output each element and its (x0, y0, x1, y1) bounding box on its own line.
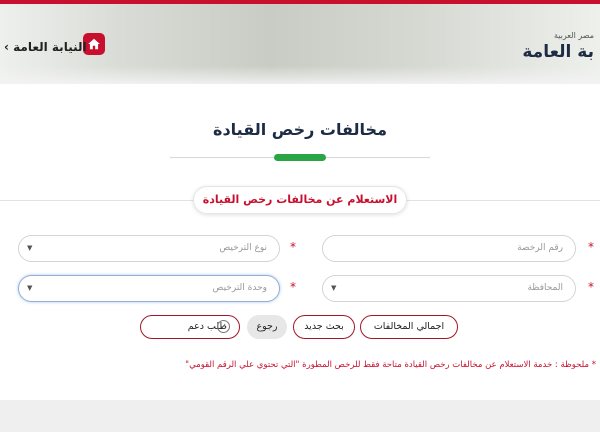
governorate-placeholder: المحافظة (527, 283, 563, 293)
title-accent-bar (274, 154, 326, 161)
home-icon (88, 38, 100, 50)
license-unit-placeholder: وحدة الترخيص (212, 283, 267, 293)
service-note: * ملحوظة : خدمة الاستعلام عن مخالفات رخص… (185, 360, 596, 370)
required-mark: * (588, 240, 594, 254)
license-type-select[interactable]: نوع الترخيص ▼ (18, 235, 280, 262)
back-button[interactable]: رجوع (247, 315, 287, 339)
license-number-placeholder: رقم الرخصة (517, 243, 563, 253)
check-circle-icon: ✓ (217, 320, 230, 333)
required-mark: * (290, 280, 296, 294)
new-search-button[interactable]: بحث جديد (293, 315, 355, 339)
chevron-down-icon: ▼ (27, 244, 33, 252)
license-number-input[interactable]: رقم الرخصة (322, 235, 576, 262)
chevron-down-icon: ▼ (27, 284, 33, 292)
governorate-select[interactable]: المحافظة ▼ (322, 275, 576, 302)
page-title: مخالفات رخص القيادة (213, 120, 387, 139)
license-type-placeholder: نوع الترخيص (219, 243, 267, 253)
required-mark: * (588, 280, 594, 294)
license-unit-select[interactable]: وحدة الترخيص ▼ (18, 275, 280, 302)
site-header: النيابة العامة › مصر العربية بة العامة (0, 4, 600, 84)
required-mark: * (290, 240, 296, 254)
footer (0, 400, 600, 432)
section-heading: الاستعلام عن مخالفات رخص القيادة (193, 186, 407, 214)
brand-title: بة العامة (522, 42, 594, 62)
brand-subtitle: مصر العربية (553, 31, 594, 40)
total-violations-button[interactable]: اجمالي المخالفات (360, 315, 458, 339)
chevron-down-icon: ▼ (331, 284, 337, 292)
support-request-button[interactable]: طلب دعم ✓ (140, 315, 240, 339)
breadcrumb-public-prosecution[interactable]: النيابة العامة › (4, 40, 87, 54)
